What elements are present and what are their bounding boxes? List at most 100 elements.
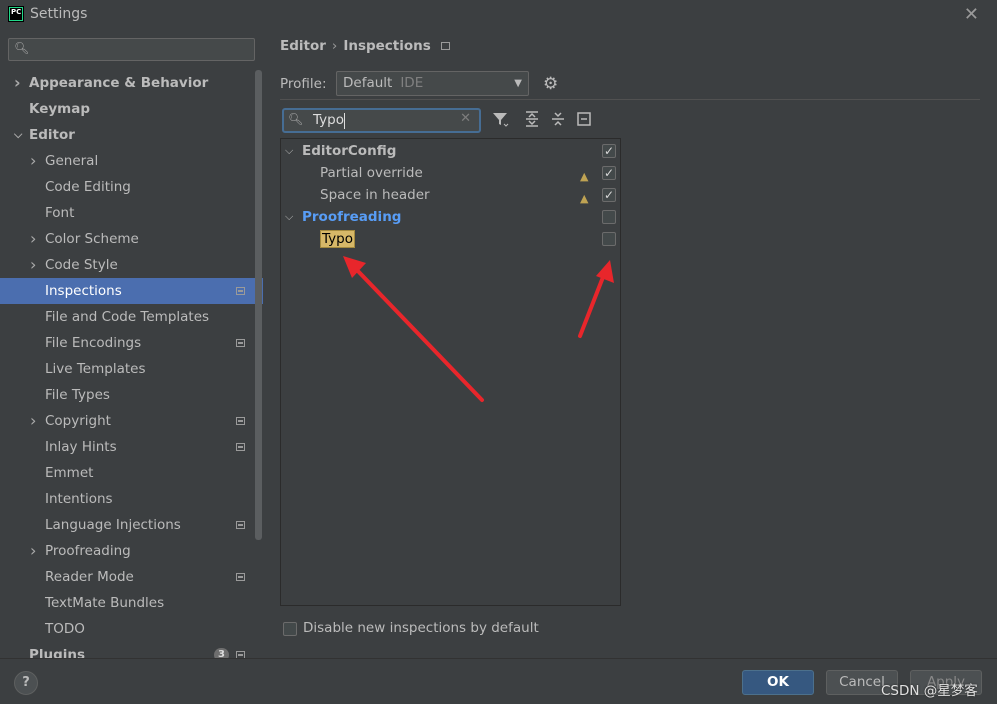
sidebar-item-file-and-code-templates[interactable]: File and Code Templates [0, 304, 263, 330]
sidebar-item-code-editing[interactable]: Code Editing [0, 174, 263, 200]
project-scope-icon [236, 417, 245, 425]
inspection-label: EditorConfig [302, 143, 397, 159]
sidebar-search-input[interactable]: 🔍︎ [8, 38, 255, 61]
inspection-label: Partial override [320, 165, 423, 181]
sidebar-item-file-types[interactable]: File Types [0, 382, 263, 408]
inspection-checkbox[interactable] [602, 140, 616, 162]
profile-value: Default [343, 75, 393, 91]
sidebar-item-keymap[interactable]: Keymap [0, 96, 263, 122]
clear-search-icon[interactable]: ✕ [460, 111, 471, 126]
sidebar-item-label: Language Injections [45, 517, 181, 533]
project-scope-icon [236, 287, 245, 295]
sidebar-item-label: Copyright [45, 413, 111, 429]
sidebar-item-reader-mode[interactable]: Reader Mode [0, 564, 263, 590]
profile-scope: IDE [400, 75, 424, 91]
breadcrumb: Editor › Inspections [280, 38, 450, 54]
text-caret [344, 113, 345, 129]
checkbox[interactable] [283, 622, 297, 636]
watermark: CSDN @星梦客 [881, 683, 978, 699]
chevron-right-icon[interactable]: › [30, 226, 36, 252]
sidebar-item-label: TODO [45, 621, 85, 637]
inspection-group-row[interactable]: ⌵ EditorConfig [281, 140, 620, 162]
project-scope-icon [440, 42, 450, 50]
ok-button[interactable]: OK [742, 670, 814, 695]
chevron-right-icon[interactable]: › [30, 252, 36, 278]
sidebar-item-live-templates[interactable]: Live Templates [0, 356, 263, 382]
breadcrumb-parent[interactable]: Editor [280, 38, 326, 54]
sidebar-item-language-injections[interactable]: Language Injections [0, 512, 263, 538]
profile-select[interactable]: Default IDE ▼ [336, 71, 529, 96]
project-scope-icon [236, 573, 245, 581]
inspection-row[interactable]: Typo [281, 228, 620, 250]
sidebar-item-label: TextMate Bundles [45, 595, 165, 611]
sidebar-item-general[interactable]: › General [0, 148, 263, 174]
chevron-right-icon[interactable]: › [30, 148, 36, 174]
inspection-search-input[interactable]: 🔍︎ Typo ✕ [282, 108, 481, 133]
search-icon: 🔍︎ [288, 112, 304, 126]
sidebar-item-label: Color Scheme [45, 231, 139, 247]
chevron-right-icon[interactable]: › [30, 408, 36, 434]
gear-icon[interactable]: ⚙ [543, 74, 558, 94]
sidebar-item-label: Code Style [45, 257, 118, 273]
help-button[interactable]: ? [14, 671, 38, 695]
chevron-right-icon[interactable]: › [14, 70, 21, 96]
inspection-checkbox[interactable] [602, 232, 616, 246]
reset-icon[interactable] [575, 110, 593, 128]
inspection-label-wrap: Partial override [320, 162, 423, 184]
sidebar-item-label: Inlay Hints [45, 439, 117, 455]
inspection-checkbox[interactable] [602, 210, 616, 224]
sidebar-item-inspections[interactable]: Inspections [0, 278, 263, 304]
close-icon[interactable]: ✕ [964, 4, 979, 25]
inspection-checkbox[interactable] [602, 184, 616, 206]
sidebar-item-font[interactable]: Font [0, 200, 263, 226]
collapse-all-icon[interactable] [549, 110, 567, 128]
sidebar-item-label: Font [45, 205, 75, 221]
sidebar-item-label: Plugins [29, 647, 86, 658]
sidebar-item-plugins[interactable]: Plugins 3 [0, 642, 263, 658]
sidebar-item-textmate-bundles[interactable]: TextMate Bundles [0, 590, 263, 616]
inspection-label-wrap: EditorConfig [302, 140, 396, 162]
expand-all-icon[interactable] [523, 110, 541, 128]
sidebar-item-color-scheme[interactable]: › Color Scheme [0, 226, 263, 252]
sidebar-item-todo[interactable]: TODO [0, 616, 263, 642]
breadcrumb-separator: › [331, 38, 338, 54]
inspection-row[interactable]: Space in header ▲ [281, 184, 620, 206]
inspection-label-wrap: Proofreading [302, 206, 401, 228]
inspection-checkbox[interactable] [602, 162, 616, 184]
sidebar-item-proofreading[interactable]: › Proofreading [0, 538, 263, 564]
project-scope-icon [236, 443, 245, 451]
sidebar-item-code-style[interactable]: › Code Style [0, 252, 263, 278]
sidebar-scrollbar[interactable] [255, 70, 262, 540]
search-icon: 🔍︎ [14, 41, 30, 55]
sidebar-item-label: Proofreading [45, 543, 131, 559]
sidebar-item-label: File Types [45, 387, 110, 403]
sidebar-item-label: Keymap [29, 101, 91, 117]
sidebar-item-label: Code Editing [45, 179, 131, 195]
sidebar-item-label: Live Templates [45, 361, 146, 377]
sidebar-item-file-encodings[interactable]: File Encodings [0, 330, 263, 356]
filter-icon[interactable] [491, 110, 509, 128]
window-title: Settings [30, 6, 88, 22]
sidebar-item-copyright[interactable]: › Copyright [0, 408, 263, 434]
update-count-badge: 3 [214, 648, 229, 658]
chevron-down-icon[interactable]: ⌵ [14, 122, 22, 148]
inspection-label: Typo [320, 230, 355, 248]
sidebar-item-intentions[interactable]: Intentions [0, 486, 263, 512]
sidebar-item-editor[interactable]: ⌵ Editor [0, 122, 263, 148]
project-scope-icon [236, 339, 245, 347]
sidebar-item-label: File Encodings [45, 335, 142, 351]
sidebar-item-label: Intentions [45, 491, 113, 507]
inspection-group-row[interactable]: ⌵ Proofreading [281, 206, 620, 228]
inspection-row[interactable]: Partial override ▲ [281, 162, 620, 184]
project-scope-icon [236, 521, 245, 529]
settings-sidebar: 🔍︎ › Appearance & Behavior Keymap ⌵ Editor › G… [0, 30, 263, 658]
title-bar: PC Settings ✕ [0, 0, 997, 30]
chevron-down-icon[interactable]: ⌵ [285, 140, 293, 162]
inspections-tree: ⌵ EditorConfig Partial override▲Space in h… [280, 138, 621, 606]
sidebar-item-appearance-behavior[interactable]: › Appearance & Behavior [0, 70, 263, 96]
sidebar-item-emmet[interactable]: Emmet [0, 460, 263, 486]
chevron-right-icon[interactable]: › [30, 538, 36, 564]
chevron-down-icon[interactable]: ⌵ [285, 206, 293, 228]
sidebar-item-inlay-hints[interactable]: Inlay Hints [0, 434, 263, 460]
inspection-label-wrap: Typo [320, 228, 355, 250]
